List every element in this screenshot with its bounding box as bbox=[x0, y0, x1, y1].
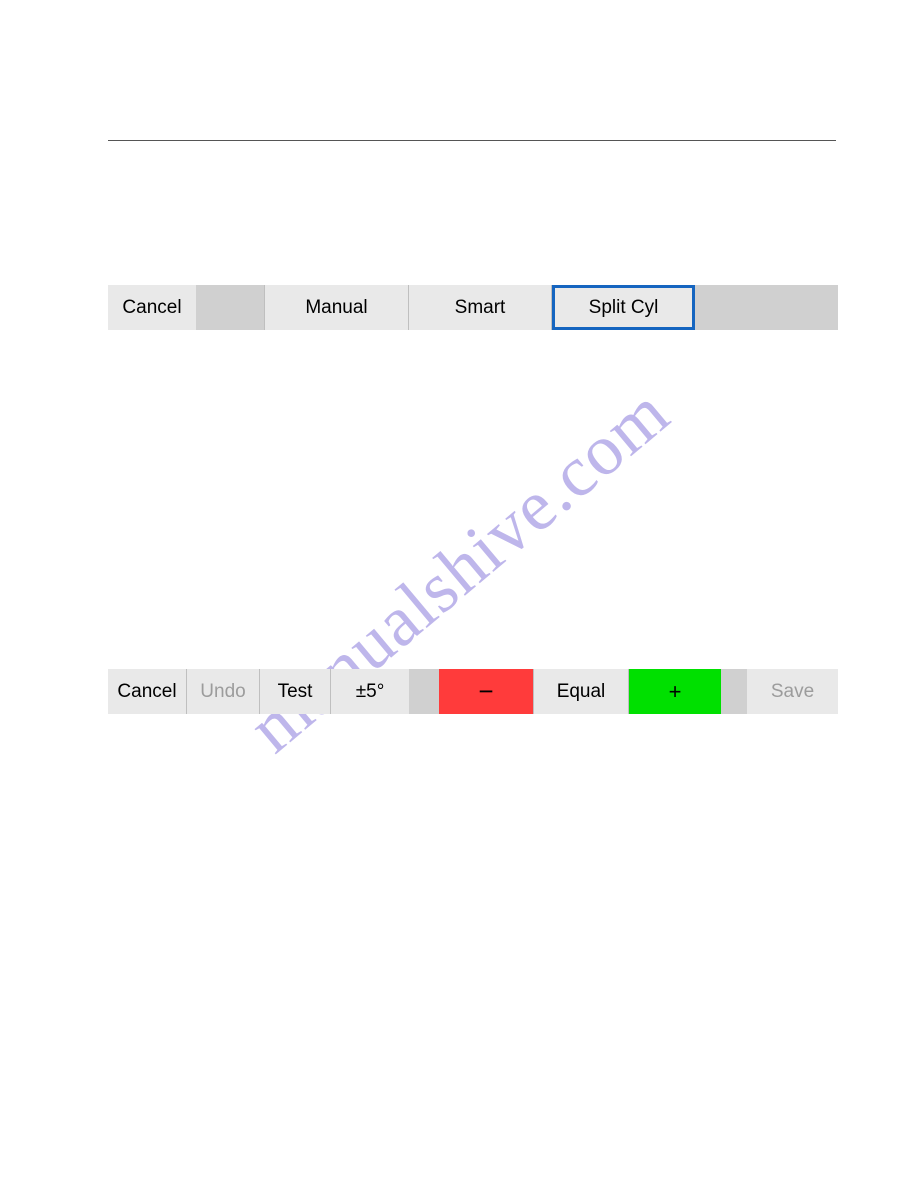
plus-minus-5-label: ±5° bbox=[356, 681, 385, 703]
top-gap-1 bbox=[196, 285, 264, 330]
cancel-button[interactable]: Cancel bbox=[108, 285, 196, 330]
bottom-gap-1 bbox=[409, 669, 439, 714]
undo-button[interactable]: Undo bbox=[187, 669, 259, 714]
plus-button[interactable]: + bbox=[629, 669, 721, 714]
save-button[interactable]: Save bbox=[747, 669, 838, 714]
cancel-button[interactable]: Cancel bbox=[108, 669, 186, 714]
cancel-label: Cancel bbox=[117, 681, 176, 703]
test-label: Test bbox=[278, 681, 313, 703]
split-cyl-button[interactable]: Split Cyl bbox=[552, 285, 695, 330]
bottom-gap-2 bbox=[721, 669, 747, 714]
equal-label: Equal bbox=[557, 681, 606, 703]
minus-button[interactable]: − bbox=[439, 669, 533, 714]
mode-toolbar: Cancel Manual Smart Split Cyl bbox=[108, 285, 838, 330]
plus-label: + bbox=[669, 679, 682, 705]
save-label: Save bbox=[771, 681, 814, 703]
plus-minus-5-button[interactable]: ±5° bbox=[331, 669, 409, 714]
split-cyl-label: Split Cyl bbox=[589, 297, 659, 319]
cancel-label: Cancel bbox=[122, 297, 181, 319]
manual-label: Manual bbox=[305, 297, 367, 319]
manual-button[interactable]: Manual bbox=[265, 285, 408, 330]
equal-button[interactable]: Equal bbox=[534, 669, 628, 714]
test-button[interactable]: Test bbox=[260, 669, 330, 714]
undo-label: Undo bbox=[200, 681, 245, 703]
smart-label: Smart bbox=[455, 297, 506, 319]
minus-label: − bbox=[478, 676, 493, 707]
header-divider bbox=[108, 140, 836, 141]
top-gap-2 bbox=[695, 285, 838, 330]
smart-button[interactable]: Smart bbox=[409, 285, 551, 330]
action-toolbar: Cancel Undo Test ±5° − Equal + Save bbox=[108, 669, 838, 714]
